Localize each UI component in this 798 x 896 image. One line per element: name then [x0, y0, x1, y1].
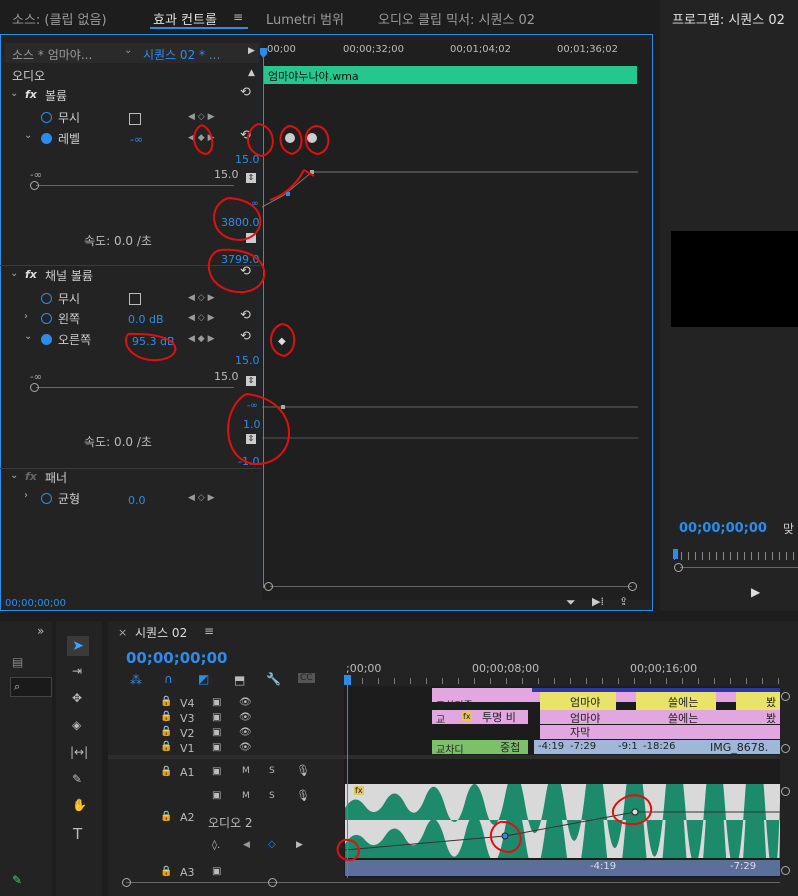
- red-annotations: [125, 123, 653, 862]
